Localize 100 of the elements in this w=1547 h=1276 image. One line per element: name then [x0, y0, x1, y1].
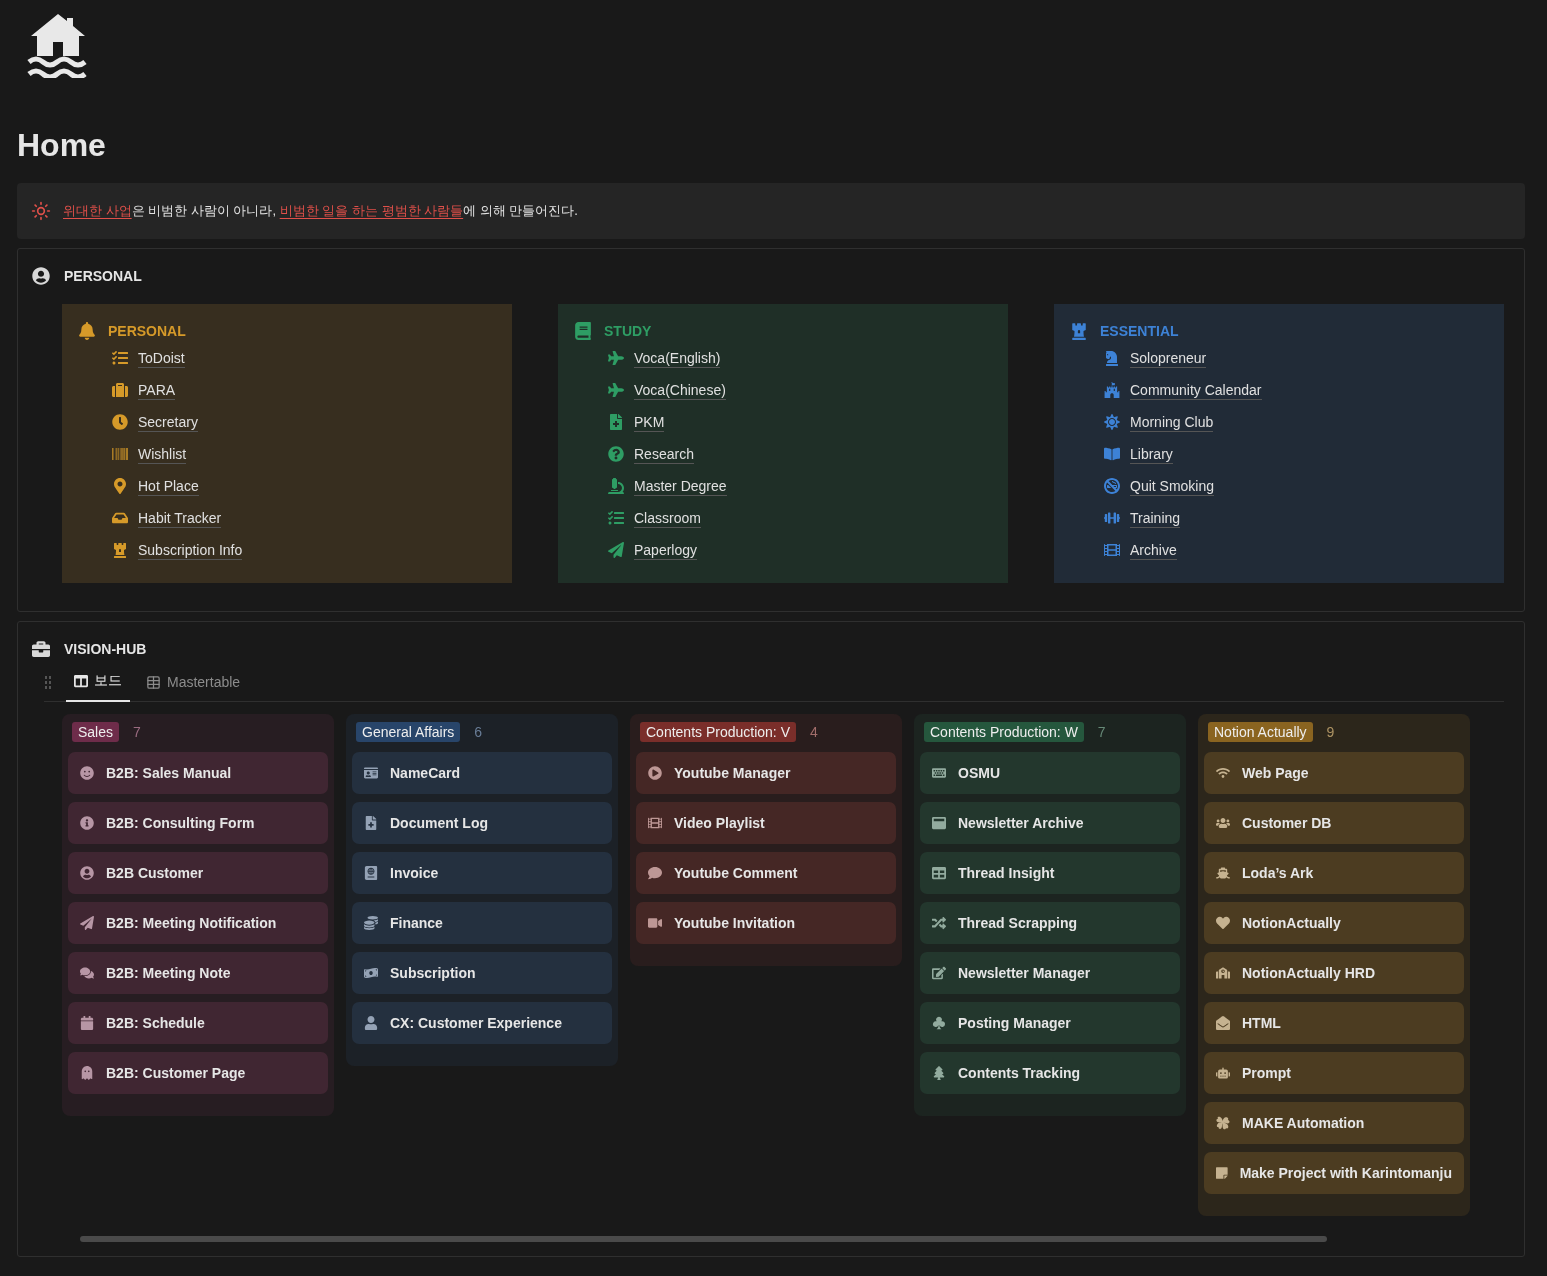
- crossed-arrows-icon: [932, 916, 946, 931]
- quote-text: 위대한 사업 은 비범한 사람이 아니라, 비범한 일을 하는 평범한 사람들에 의해 만들어진다.: [63, 202, 578, 221]
- clover-icon: [1216, 1116, 1230, 1131]
- no-smoking-icon: [1104, 478, 1120, 495]
- film-icon: [648, 816, 662, 831]
- page-link[interactable]: Voca(Chinese): [634, 380, 726, 400]
- comment-icon: [648, 866, 662, 881]
- page-link[interactable]: Master Degree: [634, 476, 727, 496]
- page-link[interactable]: Research: [634, 444, 694, 464]
- board-card[interactable]: Contents Tracking: [920, 1052, 1180, 1095]
- page-link[interactable]: Training: [1130, 508, 1181, 528]
- checklist-icon: [112, 350, 128, 367]
- board-card[interactable]: Youtube Invitation: [636, 902, 896, 945]
- board-card[interactable]: B2B: Schedule: [68, 1002, 328, 1045]
- group-tag: General Affairs: [356, 722, 461, 743]
- board-card[interactable]: CX: Customer Experience: [352, 1002, 612, 1045]
- group-count: 7: [133, 724, 141, 741]
- page-link[interactable]: Solopreneur: [1130, 348, 1207, 368]
- briefcase-icon: [32, 640, 50, 659]
- view-tab[interactable]: Mastertable: [138, 674, 249, 703]
- passport-icon: [364, 866, 378, 881]
- page-link[interactable]: Voca(English): [634, 348, 721, 368]
- board-card[interactable]: NotionActually: [1204, 902, 1464, 945]
- sun-icon: [1104, 414, 1120, 431]
- card-title: PERSONAL: [108, 323, 186, 340]
- ghost-icon: [80, 1066, 94, 1081]
- page-link[interactable]: Wishlist: [138, 444, 187, 464]
- board-card[interactable]: NameCard: [352, 752, 612, 795]
- board-card[interactable]: Thread Insight: [920, 852, 1180, 895]
- heart-icon: [1216, 916, 1230, 931]
- board-card[interactable]: Loda’s Ark: [1204, 852, 1464, 895]
- board-icon: [74, 674, 88, 689]
- board-card[interactable]: B2B: Meeting Note: [68, 952, 328, 995]
- board-card[interactable]: Web Page: [1204, 752, 1464, 795]
- page-link[interactable]: ToDoist: [138, 348, 185, 368]
- board-card[interactable]: Newsletter Manager: [920, 952, 1180, 995]
- board-card[interactable]: B2B: Consulting Form: [68, 802, 328, 845]
- alarm-clock-icon: [112, 414, 128, 431]
- tree-icon: [932, 1066, 946, 1081]
- page-link[interactable]: Secretary: [138, 412, 198, 432]
- board-card[interactable]: B2B Customer: [68, 852, 328, 895]
- edit-icon: [932, 966, 946, 981]
- page-link[interactable]: Library: [1130, 444, 1173, 464]
- board-card[interactable]: OSMU: [920, 752, 1180, 795]
- rook-icon: [112, 542, 128, 559]
- quote-link[interactable]: 비범한 일을 하는 평범한 사람들: [279, 203, 464, 219]
- page-link[interactable]: Community Calendar: [1130, 380, 1262, 400]
- board-card[interactable]: Youtube Manager: [636, 752, 896, 795]
- board-card[interactable]: B2B: Sales Manual: [68, 752, 328, 795]
- page-link[interactable]: Habit Tracker: [138, 508, 222, 528]
- board-card[interactable]: Finance: [352, 902, 612, 945]
- book-icon: [574, 322, 592, 341]
- board-card[interactable]: B2B: Customer Page: [68, 1052, 328, 1095]
- page-link[interactable]: PARA: [138, 380, 176, 400]
- film-icon: [1104, 542, 1120, 559]
- paper-plane-icon: [80, 916, 94, 931]
- board-card[interactable]: Newsletter Archive: [920, 802, 1180, 845]
- quote-link[interactable]: 위대한 사업: [63, 203, 132, 219]
- board-card[interactable]: Youtube Comment: [636, 852, 896, 895]
- paper-plane-icon: [608, 542, 624, 559]
- page-link[interactable]: Morning Club: [1130, 412, 1214, 432]
- microscope-icon: [608, 478, 624, 495]
- board-card[interactable]: B2B: Meeting Notification: [68, 902, 328, 945]
- board-card[interactable]: Thread Scrapping: [920, 902, 1180, 945]
- board-card[interactable]: Video Playlist: [636, 802, 896, 845]
- group-count: 6: [474, 724, 483, 741]
- drag-handle-icon[interactable]: [44, 675, 52, 690]
- page-link[interactable]: Subscription Info: [138, 540, 243, 560]
- open-book-icon: [1104, 446, 1120, 463]
- file-plus-icon: [364, 816, 378, 831]
- board-card[interactable]: Prompt: [1204, 1052, 1464, 1095]
- board-card[interactable]: Posting Manager: [920, 1002, 1180, 1045]
- board-card[interactable]: Document Log: [352, 802, 612, 845]
- page-link[interactable]: Quit Smoking: [1130, 476, 1215, 496]
- envelope-icon: [1216, 1016, 1230, 1031]
- robot-icon: [1216, 1066, 1230, 1081]
- board-card[interactable]: Customer DB: [1204, 802, 1464, 845]
- calendar-icon: [80, 1016, 94, 1031]
- page-link[interactable]: Hot Place: [138, 476, 199, 496]
- scrollbar[interactable]: [80, 1236, 1327, 1243]
- castle-icon: [1104, 382, 1120, 399]
- map-pin-icon: [112, 478, 128, 495]
- board-card[interactable]: Make Project with Karintomanju: [1204, 1152, 1464, 1195]
- page-link[interactable]: Classroom: [634, 508, 701, 528]
- person-icon: [364, 1016, 378, 1031]
- video-icon: [648, 916, 662, 931]
- house-icon: [27, 12, 89, 78]
- play-icon: [648, 766, 662, 781]
- board-card[interactable]: NotionActually HRD: [1204, 952, 1464, 995]
- board-card[interactable]: Subscription: [352, 952, 612, 995]
- board-card[interactable]: Invoice: [352, 852, 612, 895]
- board-card[interactable]: MAKE Automation: [1204, 1102, 1464, 1145]
- page-link[interactable]: PKM: [634, 412, 665, 432]
- people-icon: [1216, 816, 1230, 831]
- chat-icon: [80, 966, 94, 981]
- view-tab[interactable]: 보드: [66, 672, 130, 703]
- coins-icon: [364, 916, 378, 931]
- page-link[interactable]: Archive: [1130, 540, 1177, 560]
- page-link[interactable]: Paperlogy: [634, 540, 698, 560]
- board-card[interactable]: HTML: [1204, 1002, 1464, 1045]
